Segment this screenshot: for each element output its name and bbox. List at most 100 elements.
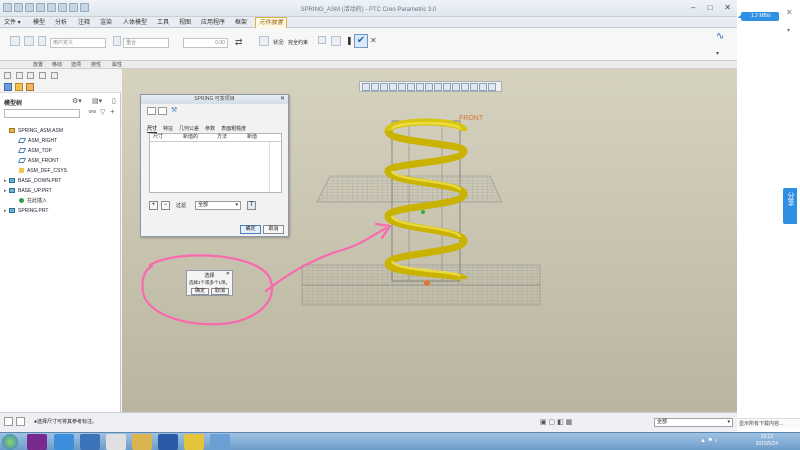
share-sidebar-tab[interactable]: 分享 <box>783 188 797 224</box>
minimize-button[interactable]: – <box>691 3 695 12</box>
panel-filter-icon[interactable] <box>51 72 58 79</box>
csys-display-icon[interactable] <box>470 83 478 91</box>
select-popup-close-icon[interactable]: ✕ <box>226 271 230 277</box>
point-display-icon[interactable] <box>461 83 469 91</box>
plane-display-icon[interactable] <box>443 83 451 91</box>
status-tools-icon[interactable]: ▣ ▢ ◧ ▦ <box>540 418 572 426</box>
download-hint[interactable]: 显示所有下载内容... <box>737 418 800 428</box>
tab-component-placement[interactable]: 元件放置 <box>255 17 288 28</box>
select-ok-button[interactable]: 确定 <box>191 288 209 295</box>
mechanism-icon[interactable] <box>24 36 34 46</box>
tab-parameters[interactable]: 参数 <box>205 125 215 133</box>
model-tree-tab-icon[interactable] <box>4 83 12 91</box>
app-icon-ie[interactable] <box>54 434 74 450</box>
browser-toggle-icon[interactable] <box>16 417 25 426</box>
close-button[interactable]: ✕ <box>724 3 731 12</box>
tab-analysis[interactable]: 分析 <box>55 18 67 28</box>
panel-sort-icon[interactable] <box>27 72 34 79</box>
subtab-placement[interactable]: 放置 <box>33 61 43 69</box>
variable-items-table[interactable]: 尺寸 新值的 方法 新值 <box>149 133 282 193</box>
show-tree-icon[interactable] <box>4 417 13 426</box>
app-icon-qq[interactable] <box>184 434 204 450</box>
spin-center-icon[interactable] <box>479 83 487 91</box>
dialog-tools-icon[interactable]: ⚒ <box>171 106 177 114</box>
offset-input[interactable]: 0.00 <box>183 38 228 48</box>
subtab-flexibility[interactable]: 挠性 <box>91 61 101 69</box>
system-clock[interactable]: 12:12 2015/5/24 <box>756 434 778 448</box>
start-button[interactable] <box>2 434 18 450</box>
remove-item-button[interactable]: − <box>161 201 170 210</box>
app-icon-explorer[interactable] <box>106 434 126 450</box>
panel-close-icon[interactable]: ✕ <box>786 8 793 17</box>
flip-icon[interactable]: ⇄ <box>235 37 243 48</box>
dialog-cancel-button[interactable]: 取消 <box>263 225 284 234</box>
maximize-button[interactable]: □ <box>707 3 712 12</box>
cancel-x-icon[interactable]: ✕ <box>370 36 377 45</box>
interface-icon[interactable] <box>10 36 20 46</box>
separate-window-icon[interactable] <box>259 36 269 46</box>
tab-manikin[interactable]: 人体模型 <box>123 18 147 28</box>
display-style-icon[interactable] <box>398 83 406 91</box>
tab-file[interactable]: 文件 ▾ <box>4 18 21 28</box>
zoom-in-icon[interactable] <box>371 83 379 91</box>
add-item-button[interactable]: + <box>149 201 158 210</box>
tree-item[interactable]: ASM_DEF_CSYS <box>14 167 67 176</box>
axis-display-icon[interactable] <box>452 83 460 91</box>
app-icon-browser[interactable] <box>210 434 230 450</box>
confirm-checkmark-icon[interactable]: ✔ <box>354 34 368 48</box>
tab-applications[interactable]: 应用程序 <box>201 18 225 28</box>
app-icon-creo[interactable] <box>80 434 100 450</box>
tree-item[interactable]: ▸ BASE_UP.PRT <box>4 187 52 196</box>
panel-list-icon[interactable] <box>16 72 23 79</box>
annotation-display-icon[interactable] <box>434 83 442 91</box>
tab-model[interactable]: 模型 <box>33 18 45 28</box>
tab-features[interactable]: 特征 <box>163 125 173 133</box>
subtab-properties[interactable]: 属性 <box>112 61 122 69</box>
dialog-ok-button[interactable]: 确定 <box>240 225 261 234</box>
select-cancel-button[interactable]: 取消 <box>211 288 229 295</box>
tab-annotate[interactable]: 注释 <box>78 18 90 28</box>
pause-regen-icon[interactable] <box>488 83 496 91</box>
app-icon-folder[interactable] <box>132 434 152 450</box>
tab-render[interactable]: 渲染 <box>100 18 112 28</box>
tab-framework[interactable]: 框架 <box>235 18 247 28</box>
dialog-list-icon[interactable] <box>158 107 167 115</box>
add-column-icon[interactable]: + <box>110 107 115 116</box>
favorites-tab-icon[interactable] <box>26 83 34 91</box>
panel-grid-icon[interactable] <box>4 72 11 79</box>
selection-filter[interactable]: 全部 ▾ <box>654 418 733 427</box>
refit-icon[interactable] <box>362 83 370 91</box>
folder-tab-icon[interactable] <box>15 83 23 91</box>
allow-assumptions-checkbox[interactable] <box>318 36 326 44</box>
tree-filter-icon[interactable]: ▤▾ <box>92 97 102 105</box>
tree-item[interactable]: ASM_TOP <box>14 147 52 156</box>
tray-icons[interactable]: ▲ ⚑ ♪ <box>700 437 718 444</box>
view-manager-icon[interactable] <box>416 83 424 91</box>
datum-display-icon[interactable] <box>425 83 433 91</box>
ribbon-more-icon[interactable]: ▾ <box>716 50 719 57</box>
tree-close-icon[interactable]: ▯ <box>112 97 116 105</box>
tree-settings-icon[interactable]: ⚙▾ <box>72 97 82 105</box>
tab-view[interactable]: 视图 <box>179 18 191 28</box>
panel-expand-icon[interactable] <box>39 72 46 79</box>
funnel-icon[interactable]: ▽ <box>100 108 105 116</box>
table-tool-icon[interactable]: T <box>247 201 256 210</box>
dialog-grid-icon[interactable] <box>147 107 156 115</box>
zoom-out-icon[interactable] <box>380 83 388 91</box>
tab-dimensions[interactable]: 尺寸 <box>147 125 158 133</box>
tree-item[interactable]: SPRING_ASM.ASM <box>4 127 63 136</box>
subtab-options[interactable]: 选项 <box>71 61 81 69</box>
find-icon[interactable]: 👓 <box>88 108 97 116</box>
tree-item[interactable]: ASM_FRONT <box>14 157 59 166</box>
tab-surface-finish[interactable]: 表面粗糙度 <box>221 125 246 133</box>
panel-menu-icon[interactable]: ▾ <box>787 27 790 34</box>
constraint-select[interactable]: 重合 <box>123 38 169 48</box>
tree-item[interactable]: ASM_RIGHT <box>14 137 57 146</box>
tab-tools[interactable]: 工具 <box>157 18 169 28</box>
app-icon-word[interactable] <box>158 434 178 450</box>
filter-select[interactable]: 全部 ▾ <box>195 201 241 210</box>
subtab-move[interactable]: 移动 <box>52 61 62 69</box>
model-tree-search[interactable] <box>4 109 80 118</box>
repaint-icon[interactable] <box>389 83 397 91</box>
dialog-close-icon[interactable]: ✕ <box>280 95 285 104</box>
